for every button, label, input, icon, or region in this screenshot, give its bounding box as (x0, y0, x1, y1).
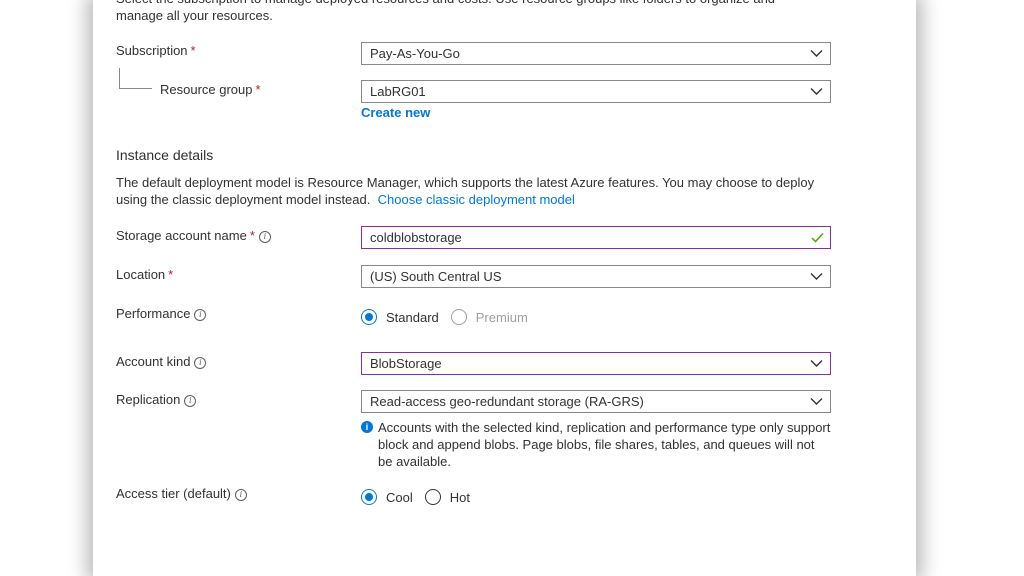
required-marker: * (190, 43, 196, 58)
location-label: Location * (116, 267, 173, 282)
chevron-down-icon (810, 273, 823, 280)
project-details-description: Select the subscription to manage deploy… (116, 0, 775, 23)
required-marker: * (168, 267, 174, 282)
subscription-label: Subscription * (116, 43, 196, 58)
required-marker: * (255, 82, 261, 97)
resource-group-value: LabRG01 (370, 84, 426, 99)
performance-premium-option[interactable]: Premium (450, 309, 528, 325)
chevron-down-icon (810, 88, 823, 95)
info-icon[interactable]: i (234, 489, 247, 501)
storage-account-name-value: coldblobstorage (370, 230, 462, 245)
radio-selected[interactable] (361, 309, 377, 325)
radio-disabled[interactable] (450, 309, 467, 325)
location-dropdown[interactable]: (US) South Central US (361, 265, 831, 288)
chevron-down-icon (810, 360, 823, 367)
tree-connector (119, 68, 152, 89)
storage-account-name-label: Storage account name * i (116, 228, 271, 243)
create-new-link[interactable]: Create new (361, 105, 430, 120)
choose-classic-deployment-link[interactable]: Choose classic deployment model (378, 192, 575, 207)
required-marker: * (249, 228, 255, 243)
access-tier-hot-label: Hot (449, 489, 470, 505)
subscription-dropdown[interactable]: Pay-As-You-Go (361, 42, 831, 65)
subscription-label-text: Subscription (116, 43, 188, 58)
performance-label-text: Performance (116, 306, 191, 321)
access-tier-cool-option[interactable]: Cool (361, 489, 413, 505)
access-tier-cool-label: Cool (386, 489, 413, 505)
info-filled-icon: i (361, 421, 373, 433)
access-tier-hot-option[interactable]: Hot (424, 489, 470, 505)
chevron-down-icon (810, 50, 823, 57)
performance-premium-label: Premium (475, 309, 528, 325)
resource-group-label-text: Resource group (160, 82, 253, 97)
location-label-text: Location (116, 267, 166, 282)
resource-group-label: Resource group * (160, 82, 261, 97)
location-value: (US) South Central US (370, 269, 502, 284)
resource-group-dropdown[interactable]: LabRG01 (361, 80, 831, 103)
performance-standard-label: Standard (386, 309, 439, 325)
info-icon[interactable]: i (194, 309, 207, 321)
replication-label-text: Replication (116, 392, 181, 407)
account-kind-dropdown[interactable]: BlobStorage (361, 352, 831, 375)
replication-info-note: i Accounts with the selected kind, repli… (361, 419, 831, 470)
chevron-down-icon (810, 398, 823, 405)
access-tier-label: Access tier (default) i (116, 486, 247, 501)
replication-note-text: Accounts with the selected kind, replica… (378, 420, 831, 469)
info-icon[interactable]: i (194, 357, 207, 369)
checkmark-icon (811, 232, 824, 243)
info-icon[interactable]: i (258, 231, 271, 243)
account-kind-label: Account kind i (116, 354, 207, 369)
performance-label: Performance i (116, 306, 207, 321)
replication-dropdown[interactable]: Read-access geo-redundant storage (RA-GR… (361, 390, 831, 413)
radio-unselected[interactable] (424, 489, 441, 505)
instance-details-description: The default deployment model is Resource… (116, 174, 836, 208)
subscription-value: Pay-As-You-Go (370, 46, 460, 61)
replication-value: Read-access geo-redundant storage (RA-GR… (370, 394, 644, 409)
account-kind-label-text: Account kind (116, 354, 191, 369)
storage-account-name-label-text: Storage account name (116, 228, 247, 243)
create-storage-account-panel: Select the subscription to manage deploy… (93, 0, 916, 576)
performance-radio-group: Standard Premium (361, 309, 540, 325)
storage-account-name-input[interactable]: coldblobstorage (361, 226, 831, 249)
account-kind-value: BlobStorage (370, 356, 442, 371)
radio-selected[interactable] (361, 489, 377, 505)
performance-standard-option[interactable]: Standard (361, 309, 439, 325)
access-tier-label-text: Access tier (default) (116, 486, 231, 501)
instance-details-heading: Instance details (116, 147, 214, 163)
access-tier-radio-group: Cool Hot (361, 489, 482, 505)
info-icon[interactable]: i (184, 395, 197, 407)
replication-label: Replication i (116, 392, 197, 407)
